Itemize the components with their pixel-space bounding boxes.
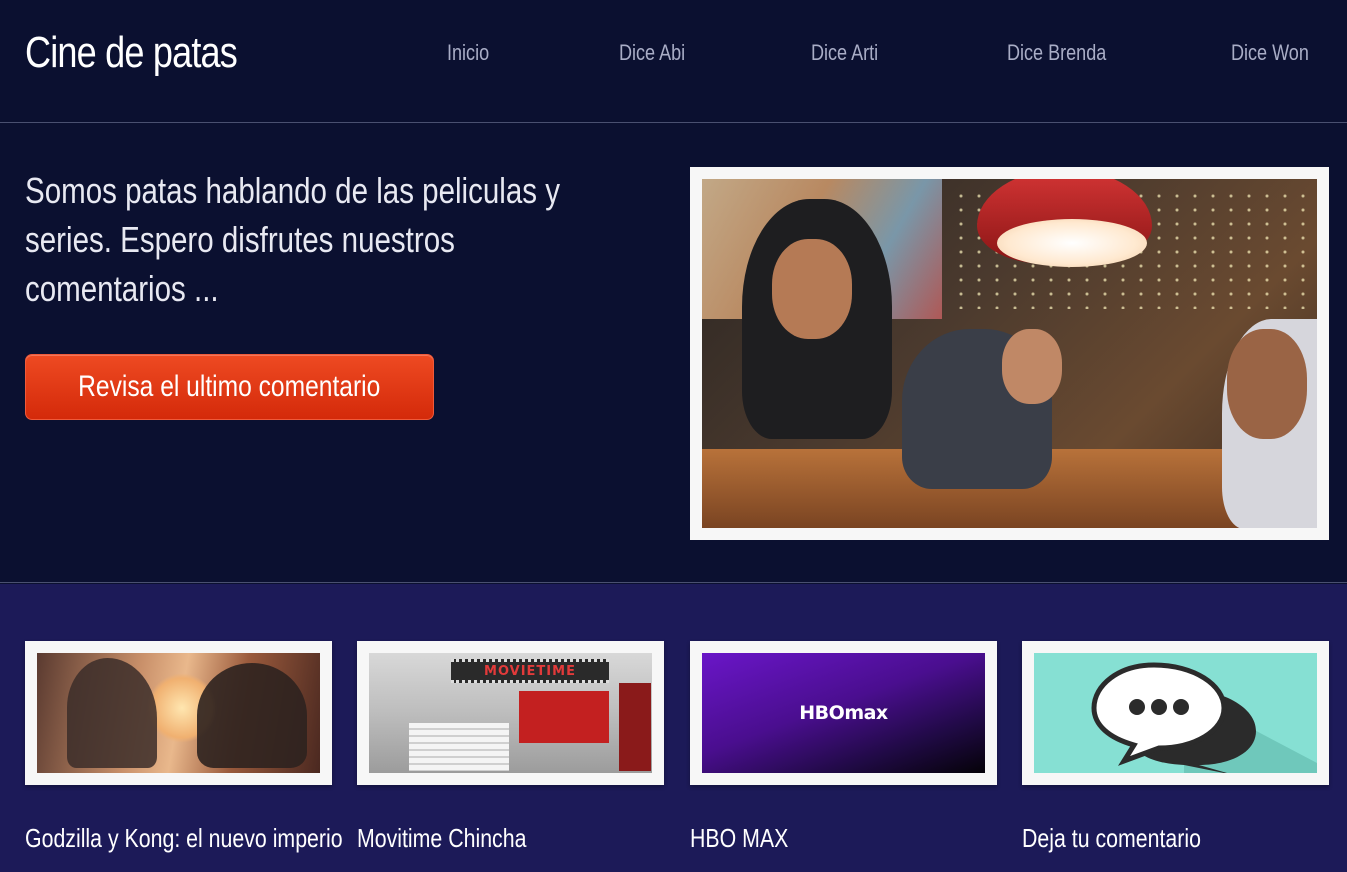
features-section: Godzilla y Kong: el nuevo imperio MOVIET… bbox=[0, 584, 1347, 872]
latest-comment-button-label: Revisa el ultimo comentario bbox=[78, 370, 381, 403]
card-hbomax: HBOmax HBO MAX bbox=[690, 641, 997, 853]
card-movietime: MOVIETIME Movitime Chincha bbox=[357, 641, 664, 853]
card-comment-image[interactable] bbox=[1022, 641, 1329, 785]
card-comment: Deja tu comentario bbox=[1022, 641, 1329, 853]
card-godzilla: Godzilla y Kong: el nuevo imperio bbox=[25, 641, 343, 853]
card-movietime-image[interactable]: MOVIETIME bbox=[357, 641, 664, 785]
hero-photo bbox=[702, 179, 1317, 528]
hero-text: Somos patas hablando de las peliculas y … bbox=[25, 170, 560, 309]
hero-section: Somos patas hablando de las peliculas y … bbox=[0, 124, 1347, 583]
site-title[interactable]: Cine de patas bbox=[25, 28, 238, 78]
chat-bubbles-icon bbox=[1034, 653, 1317, 773]
card-godzilla-title[interactable]: Godzilla y Kong: el nuevo imperio bbox=[25, 823, 343, 854]
hero-image-frame bbox=[690, 167, 1329, 540]
site-header: Cine de patas Inicio Dice Abi Dice Arti … bbox=[0, 0, 1347, 123]
nav-link-inicio[interactable]: Inicio bbox=[447, 40, 489, 66]
movietime-image: MOVIETIME bbox=[369, 653, 652, 773]
card-hbomax-image[interactable]: HBOmax bbox=[690, 641, 997, 785]
nav-link-dice-won[interactable]: Dice Won bbox=[1231, 40, 1309, 66]
godzilla-kong-image bbox=[37, 653, 320, 773]
card-hbomax-title[interactable]: HBO MAX bbox=[690, 823, 788, 854]
nav-link-dice-arti[interactable]: Dice Arti bbox=[811, 40, 878, 66]
card-comment-title[interactable]: Deja tu comentario bbox=[1022, 823, 1201, 854]
card-movietime-title[interactable]: Movitime Chincha bbox=[357, 823, 526, 854]
nav-link-dice-brenda[interactable]: Dice Brenda bbox=[1007, 40, 1106, 66]
latest-comment-button[interactable]: Revisa el ultimo comentario bbox=[25, 354, 434, 420]
hbomax-logo-image: HBOmax bbox=[702, 653, 985, 773]
hbomax-logo-text: HBOmax bbox=[799, 702, 888, 724]
card-godzilla-image[interactable] bbox=[25, 641, 332, 785]
movietime-sign: MOVIETIME bbox=[484, 663, 576, 679]
nav-link-dice-abi[interactable]: Dice Abi bbox=[619, 40, 685, 66]
